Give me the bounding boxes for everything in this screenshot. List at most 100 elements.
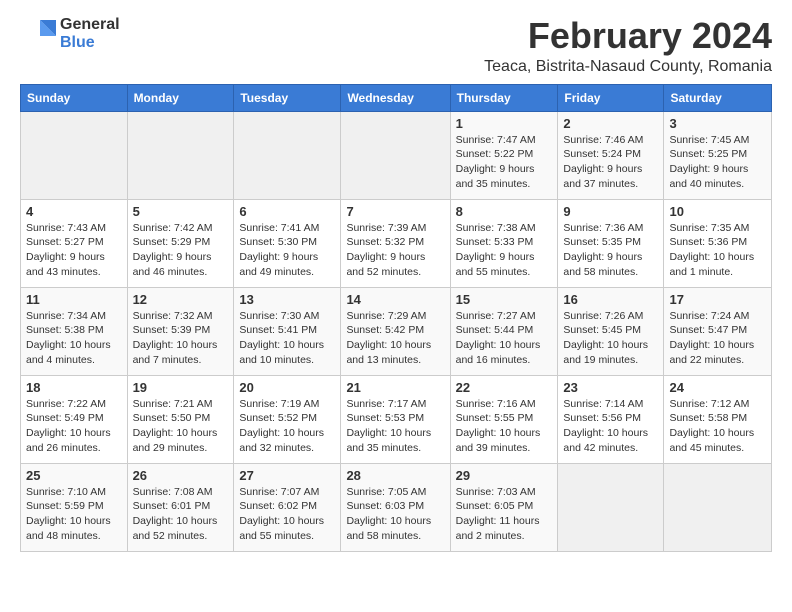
day-info: Sunrise: 7:46 AM Sunset: 5:24 PM Dayligh… bbox=[563, 133, 658, 192]
logo-text: General Blue bbox=[60, 16, 120, 51]
calendar-cell: 7 Sunrise: 7:39 AM Sunset: 5:32 PM Daylig… bbox=[341, 199, 450, 287]
calendar-cell: 23Sunrise: 7:14 AM Sunset: 5:56 PM Dayli… bbox=[558, 375, 664, 463]
weekday-header-wednesday: Wednesday bbox=[341, 84, 450, 111]
calendar-week-1: 1 Sunrise: 7:47 AM Sunset: 5:22 PM Daylig… bbox=[21, 111, 772, 199]
calendar-cell: 6 Sunrise: 7:41 AM Sunset: 5:30 PM Daylig… bbox=[234, 199, 341, 287]
day-info: Sunrise: 7:42 AM Sunset: 5:29 PM Dayligh… bbox=[133, 221, 229, 280]
day-info: Sunrise: 7:47 AM Sunset: 5:22 PM Dayligh… bbox=[456, 133, 553, 192]
calendar-cell: 12 Sunrise: 7:32 AM Sunset: 5:39 PM Dayli… bbox=[127, 287, 234, 375]
calendar-cell bbox=[664, 463, 772, 551]
calendar-table: SundayMondayTuesdayWednesdayThursdayFrid… bbox=[20, 84, 772, 552]
day-info: Sunrise: 7:14 AM Sunset: 5:56 PM Dayligh… bbox=[563, 397, 658, 456]
day-info: Sunrise: 7:27 AM Sunset: 5:44 PM Dayligh… bbox=[456, 309, 553, 368]
day-number: 15 bbox=[456, 292, 553, 307]
day-info: Sunrise: 7:17 AM Sunset: 5:53 PM Dayligh… bbox=[346, 397, 444, 456]
calendar-cell: 3 Sunrise: 7:45 AM Sunset: 5:25 PM Daylig… bbox=[664, 111, 772, 199]
calendar-cell: 19 Sunrise: 7:21 AM Sunset: 5:50 PM Dayli… bbox=[127, 375, 234, 463]
calendar-cell: 5 Sunrise: 7:42 AM Sunset: 5:29 PM Daylig… bbox=[127, 199, 234, 287]
day-info: Sunrise: 7:21 AM Sunset: 5:50 PM Dayligh… bbox=[133, 397, 229, 456]
calendar-cell: 8Sunrise: 7:38 AM Sunset: 5:33 PM Daylig… bbox=[450, 199, 558, 287]
logo-general-text: General bbox=[60, 16, 120, 34]
calendar-cell: 28 Sunrise: 7:05 AM Sunset: 6:03 PM Dayli… bbox=[341, 463, 450, 551]
calendar-cell: 10Sunrise: 7:35 AM Sunset: 5:36 PM Dayli… bbox=[664, 199, 772, 287]
calendar-cell: 2 Sunrise: 7:46 AM Sunset: 5:24 PM Daylig… bbox=[558, 111, 664, 199]
day-info: Sunrise: 7:19 AM Sunset: 5:52 PM Dayligh… bbox=[239, 397, 335, 456]
title-area: February 2024 Teaca, Bistrita-Nasaud Cou… bbox=[484, 16, 772, 76]
calendar-cell bbox=[341, 111, 450, 199]
logo-blue-text: Blue bbox=[60, 34, 120, 52]
day-number: 10 bbox=[669, 204, 766, 219]
day-info: Sunrise: 7:26 AM Sunset: 5:45 PM Dayligh… bbox=[563, 309, 658, 368]
calendar-week-5: 25 Sunrise: 7:10 AM Sunset: 5:59 PM Dayli… bbox=[21, 463, 772, 551]
location-title: Teaca, Bistrita-Nasaud County, Romania bbox=[484, 58, 772, 76]
calendar-cell bbox=[234, 111, 341, 199]
day-info: Sunrise: 7:34 AM Sunset: 5:38 PM Dayligh… bbox=[26, 309, 122, 368]
calendar-cell: 20 Sunrise: 7:19 AM Sunset: 5:52 PM Dayli… bbox=[234, 375, 341, 463]
logo: General Blue bbox=[20, 16, 120, 52]
day-info: Sunrise: 7:43 AM Sunset: 5:27 PM Dayligh… bbox=[26, 221, 122, 280]
weekday-header-tuesday: Tuesday bbox=[234, 84, 341, 111]
day-info: Sunrise: 7:08 AM Sunset: 6:01 PM Dayligh… bbox=[133, 485, 229, 544]
day-info: Sunrise: 7:07 AM Sunset: 6:02 PM Dayligh… bbox=[239, 485, 335, 544]
weekday-header-saturday: Saturday bbox=[664, 84, 772, 111]
day-number: 22 bbox=[456, 380, 553, 395]
calendar-cell: 17Sunrise: 7:24 AM Sunset: 5:47 PM Dayli… bbox=[664, 287, 772, 375]
day-number: 11 bbox=[26, 292, 122, 307]
day-number: 19 bbox=[133, 380, 229, 395]
day-info: Sunrise: 7:03 AM Sunset: 6:05 PM Dayligh… bbox=[456, 485, 553, 544]
calendar-cell: 18 Sunrise: 7:22 AM Sunset: 5:49 PM Dayli… bbox=[21, 375, 128, 463]
day-number: 26 bbox=[133, 468, 229, 483]
day-info: Sunrise: 7:41 AM Sunset: 5:30 PM Dayligh… bbox=[239, 221, 335, 280]
calendar-cell: 14 Sunrise: 7:29 AM Sunset: 5:42 PM Dayli… bbox=[341, 287, 450, 375]
day-number: 4 bbox=[26, 204, 122, 219]
calendar-cell bbox=[21, 111, 128, 199]
calendar-cell: 24 Sunrise: 7:12 AM Sunset: 5:58 PM Dayli… bbox=[664, 375, 772, 463]
calendar-cell: 27 Sunrise: 7:07 AM Sunset: 6:02 PM Dayli… bbox=[234, 463, 341, 551]
calendar-cell: 29Sunrise: 7:03 AM Sunset: 6:05 PM Dayli… bbox=[450, 463, 558, 551]
day-number: 18 bbox=[26, 380, 122, 395]
calendar-cell: 26 Sunrise: 7:08 AM Sunset: 6:01 PM Dayli… bbox=[127, 463, 234, 551]
page-header: General Blue February 2024 Teaca, Bistri… bbox=[20, 16, 772, 76]
day-info: Sunrise: 7:10 AM Sunset: 5:59 PM Dayligh… bbox=[26, 485, 122, 544]
calendar-cell: 4 Sunrise: 7:43 AM Sunset: 5:27 PM Daylig… bbox=[21, 199, 128, 287]
weekday-header-sunday: Sunday bbox=[21, 84, 128, 111]
day-info: Sunrise: 7:38 AM Sunset: 5:33 PM Dayligh… bbox=[456, 221, 553, 280]
day-info: Sunrise: 7:36 AM Sunset: 5:35 PM Dayligh… bbox=[563, 221, 658, 280]
calendar-week-4: 18 Sunrise: 7:22 AM Sunset: 5:49 PM Dayli… bbox=[21, 375, 772, 463]
day-info: Sunrise: 7:45 AM Sunset: 5:25 PM Dayligh… bbox=[669, 133, 766, 192]
calendar-cell: 13Sunrise: 7:30 AM Sunset: 5:41 PM Dayli… bbox=[234, 287, 341, 375]
day-number: 14 bbox=[346, 292, 444, 307]
weekday-header-monday: Monday bbox=[127, 84, 234, 111]
day-number: 3 bbox=[669, 116, 766, 131]
day-number: 27 bbox=[239, 468, 335, 483]
calendar-week-2: 4 Sunrise: 7:43 AM Sunset: 5:27 PM Daylig… bbox=[21, 199, 772, 287]
day-info: Sunrise: 7:32 AM Sunset: 5:39 PM Dayligh… bbox=[133, 309, 229, 368]
day-number: 5 bbox=[133, 204, 229, 219]
day-number: 2 bbox=[563, 116, 658, 131]
day-number: 12 bbox=[133, 292, 229, 307]
day-number: 25 bbox=[26, 468, 122, 483]
day-number: 16 bbox=[563, 292, 658, 307]
calendar-cell: 16 Sunrise: 7:26 AM Sunset: 5:45 PM Dayli… bbox=[558, 287, 664, 375]
day-number: 21 bbox=[346, 380, 444, 395]
calendar-cell: 21 Sunrise: 7:17 AM Sunset: 5:53 PM Dayli… bbox=[341, 375, 450, 463]
day-number: 1 bbox=[456, 116, 553, 131]
day-info: Sunrise: 7:22 AM Sunset: 5:49 PM Dayligh… bbox=[26, 397, 122, 456]
day-info: Sunrise: 7:29 AM Sunset: 5:42 PM Dayligh… bbox=[346, 309, 444, 368]
day-info: Sunrise: 7:12 AM Sunset: 5:58 PM Dayligh… bbox=[669, 397, 766, 456]
month-title: February 2024 bbox=[484, 16, 772, 56]
day-info: Sunrise: 7:24 AM Sunset: 5:47 PM Dayligh… bbox=[669, 309, 766, 368]
day-number: 7 bbox=[346, 204, 444, 219]
calendar-header: SundayMondayTuesdayWednesdayThursdayFrid… bbox=[21, 84, 772, 111]
weekday-row: SundayMondayTuesdayWednesdayThursdayFrid… bbox=[21, 84, 772, 111]
day-number: 28 bbox=[346, 468, 444, 483]
day-info: Sunrise: 7:05 AM Sunset: 6:03 PM Dayligh… bbox=[346, 485, 444, 544]
day-number: 20 bbox=[239, 380, 335, 395]
day-number: 6 bbox=[239, 204, 335, 219]
day-number: 24 bbox=[669, 380, 766, 395]
weekday-header-friday: Friday bbox=[558, 84, 664, 111]
calendar-cell: 9 Sunrise: 7:36 AM Sunset: 5:35 PM Daylig… bbox=[558, 199, 664, 287]
day-number: 9 bbox=[563, 204, 658, 219]
day-info: Sunrise: 7:39 AM Sunset: 5:32 PM Dayligh… bbox=[346, 221, 444, 280]
calendar-cell: 22Sunrise: 7:16 AM Sunset: 5:55 PM Dayli… bbox=[450, 375, 558, 463]
